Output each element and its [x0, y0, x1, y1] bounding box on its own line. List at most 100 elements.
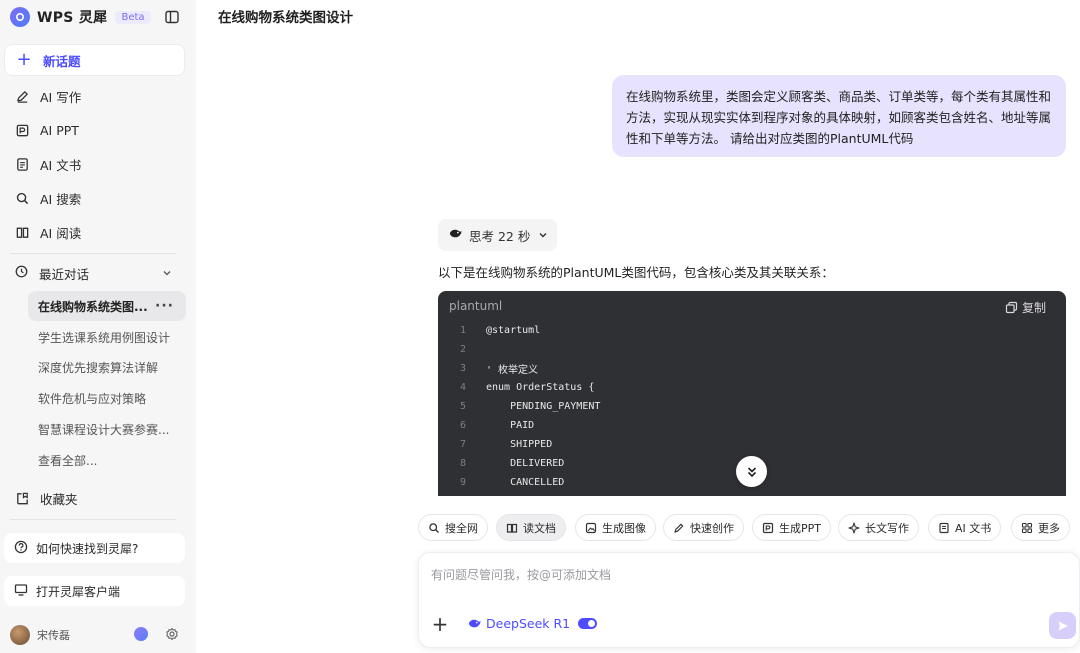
- pen-icon: [14, 88, 30, 104]
- line-code: CANCELLED: [486, 477, 565, 488]
- divider: [10, 519, 176, 520]
- sidebar-item-favorites[interactable]: 收藏夹: [4, 483, 185, 513]
- line-code: ' 枚举定义: [486, 365, 539, 376]
- history-item-label: 深度优先搜索算法详解: [38, 360, 159, 375]
- sidebar-item-ai-ppt[interactable]: AI PPT: [4, 115, 185, 145]
- sidebar-item-label: AI 文书: [40, 157, 82, 173]
- read-doc-icon: [506, 523, 518, 533]
- document-icon: [939, 522, 949, 533]
- sidebar-item-label: AI 搜索: [40, 191, 82, 207]
- line-code: DELIVERED: [486, 458, 565, 469]
- gear-icon[interactable]: [165, 627, 179, 641]
- model-name: DeepSeek R1: [486, 616, 571, 631]
- search-icon: [14, 190, 30, 206]
- line-number: 4: [459, 382, 466, 393]
- line-number: 9: [459, 477, 466, 488]
- model-selector[interactable]: DeepSeek R1: [467, 616, 598, 631]
- history-item-label: 学生选课系统用例图设计: [38, 330, 171, 345]
- sidebar-item-ai-reading[interactable]: AI 阅读: [4, 217, 185, 247]
- line-code: SHIPPED: [486, 439, 553, 450]
- favorites-icon: [14, 490, 30, 506]
- send-button[interactable]: [1049, 612, 1076, 639]
- line-code: PAID: [486, 420, 535, 431]
- view-all-link[interactable]: 查看全部...: [28, 445, 186, 475]
- sidebar-item-label: AI 阅读: [40, 225, 82, 241]
- new-chat-label: 新话题: [43, 53, 81, 69]
- create-icon: [674, 523, 684, 533]
- line-code: PENDING_PAYMENT: [486, 401, 601, 412]
- grid-icon: [1021, 522, 1033, 533]
- history-item-label: 软件危机与应对策略: [38, 391, 147, 406]
- tool-label: 更多: [1038, 521, 1060, 535]
- send-icon: [1058, 621, 1068, 630]
- brand[interactable]: WPS 灵犀 Beta: [10, 6, 151, 28]
- sidebar-item-label: AI 写作: [40, 89, 82, 105]
- sidebar-toggle-icon[interactable]: [164, 9, 180, 25]
- code-line: 5 PENDING_PAYMENT: [438, 397, 1066, 416]
- chevron-down-icon: [163, 271, 171, 276]
- code-line: 4 enum OrderStatus {: [438, 378, 1066, 397]
- line-code: @startuml: [486, 325, 541, 336]
- tool-generate-ppt[interactable]: 生成PPT: [752, 514, 831, 541]
- line-number: 8: [459, 458, 466, 469]
- sidebar: WPS 灵犀 Beta + 新话题 AI 写作 AI PPT AI 文书 AI …: [0, 0, 196, 653]
- plus-icon: +: [16, 49, 32, 70]
- sidebar-item-ai-writing[interactable]: AI 写作: [4, 81, 185, 111]
- thinking-toggle[interactable]: 思考 22 秒: [438, 219, 557, 251]
- ppt-icon: [14, 122, 30, 138]
- history-item[interactable]: 智慧课程设计大赛参赛...: [28, 414, 186, 444]
- new-chat-button[interactable]: + 新话题: [4, 44, 185, 76]
- tool-long-writing[interactable]: 长文写作: [838, 514, 919, 541]
- sidebar-item-ai-search[interactable]: AI 搜索: [4, 183, 185, 213]
- help-link[interactable]: 如何快速找到灵犀?: [4, 533, 185, 563]
- user-name: 宋传磊: [37, 629, 70, 642]
- tool-search-web[interactable]: 搜全网: [418, 514, 488, 541]
- help-label: 如何快速找到灵犀?: [36, 541, 139, 556]
- book-icon: [14, 224, 30, 240]
- chat-input[interactable]: 有问题尽管问我，按@可添加文档: [431, 566, 611, 583]
- recent-chats-title: 最近对话: [39, 266, 90, 282]
- tool-label: 生成图像: [602, 521, 646, 535]
- membership-badge-icon[interactable]: [134, 627, 148, 641]
- copy-icon: [1005, 301, 1018, 314]
- open-client-label: 打开灵犀客户端: [36, 584, 121, 599]
- line-number: 1: [459, 325, 466, 336]
- tool-more[interactable]: 更多: [1011, 514, 1070, 541]
- line-number: 2: [459, 344, 466, 355]
- tool-quick-create[interactable]: 快速创作: [663, 514, 744, 541]
- history-item[interactable]: 学生选课系统用例图设计: [28, 322, 186, 352]
- tool-generate-image[interactable]: 生成图像: [575, 514, 656, 541]
- tool-read-doc[interactable]: 读文档: [496, 514, 566, 541]
- copy-button[interactable]: 复制: [1005, 299, 1046, 316]
- chevron-down-icon: [539, 233, 547, 238]
- question-icon: [14, 540, 28, 557]
- model-toggle[interactable]: [578, 618, 598, 629]
- tool-label: AI 文书: [955, 521, 992, 535]
- history-item[interactable]: 软件危机与应对策略: [28, 383, 186, 413]
- code-language: plantuml: [449, 299, 503, 313]
- open-client-button[interactable]: 打开灵犀客户端: [4, 576, 185, 606]
- divider: [10, 253, 176, 254]
- recent-chats-header[interactable]: 最近对话: [4, 258, 185, 288]
- sparkle-icon: [848, 521, 860, 534]
- code-line: 6 PAID: [438, 416, 1066, 435]
- code-line: 7 SHIPPED: [438, 435, 1066, 454]
- tool-label: 长文写作: [865, 521, 909, 535]
- user-profile[interactable]: 宋传磊: [10, 624, 186, 646]
- more-options-icon[interactable]: ···: [155, 298, 174, 314]
- history-item-active[interactable]: 在线购物系统类图... ···: [28, 291, 186, 321]
- history-item[interactable]: 深度优先搜索算法详解: [28, 352, 186, 382]
- add-attachment-button[interactable]: +: [431, 614, 449, 634]
- sidebar-item-ai-docs[interactable]: AI 文书: [4, 149, 185, 179]
- copy-label: 复制: [1021, 301, 1046, 315]
- image-icon: [585, 522, 597, 533]
- brand-name: WPS 灵犀: [37, 10, 108, 26]
- page-title: 在线购物系统类图设计: [218, 10, 353, 26]
- scroll-to-bottom-button[interactable]: [736, 456, 767, 487]
- code-line: 1 @startuml: [438, 321, 1066, 340]
- tool-ai-docs[interactable]: AI 文书: [928, 514, 1002, 541]
- deepseek-whale-icon: [468, 619, 481, 628]
- ppt-icon: [762, 522, 774, 533]
- thinking-label: 思考 22 秒: [469, 228, 531, 244]
- line-number: 3: [459, 363, 466, 374]
